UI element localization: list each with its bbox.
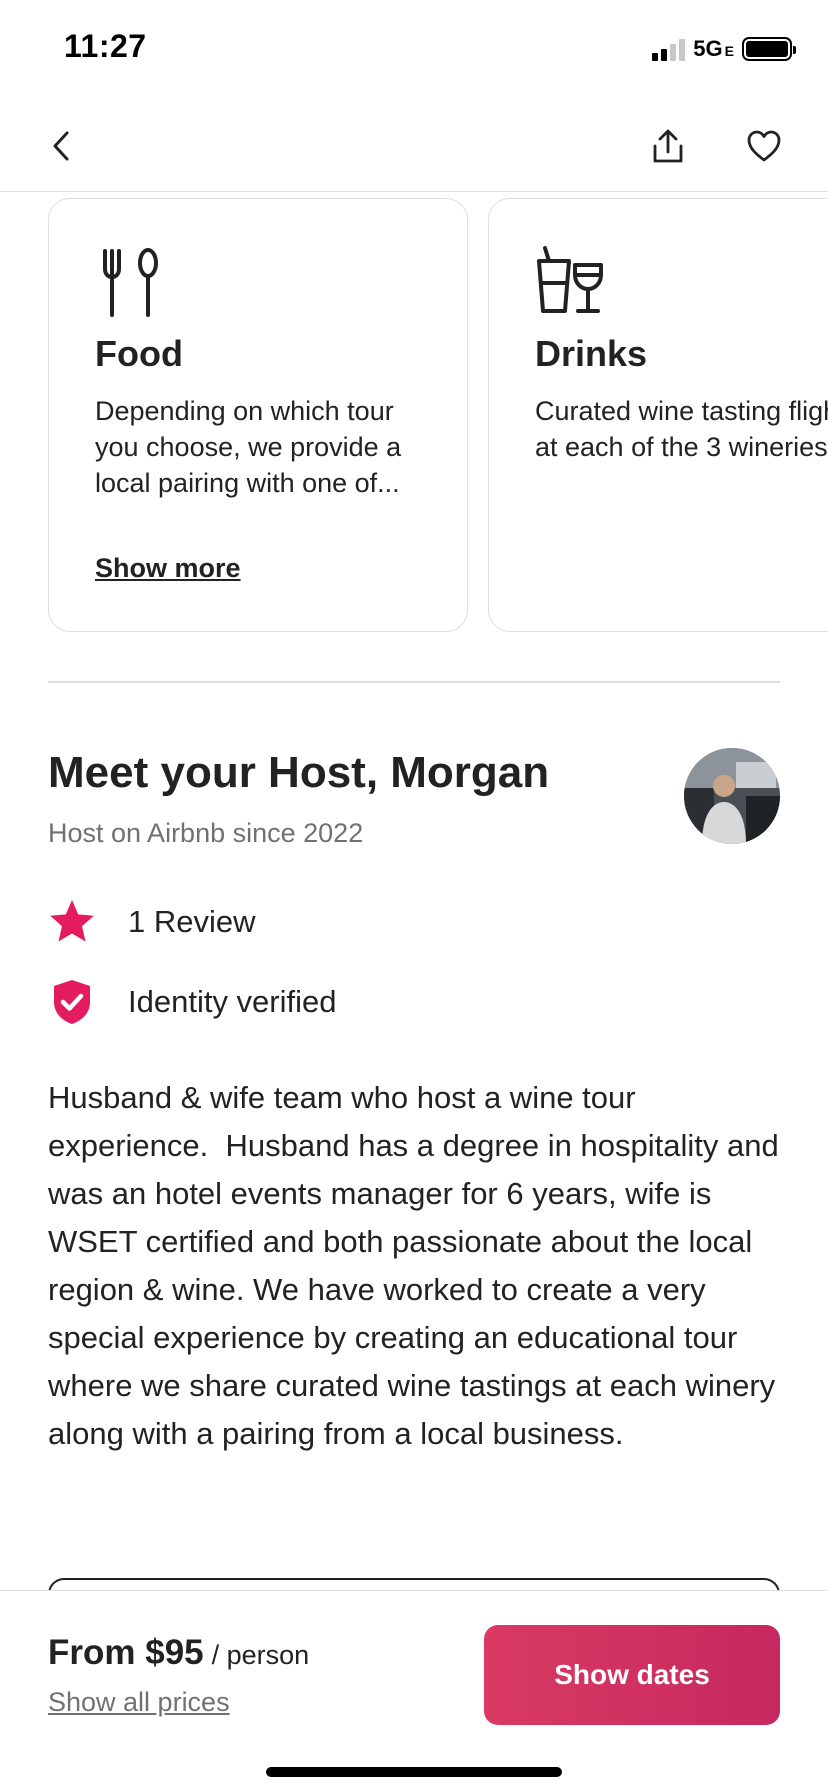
- show-dates-button[interactable]: Show dates: [484, 1625, 780, 1725]
- offering-description: Curated wine tasting flight at each of t…: [535, 396, 828, 462]
- show-more-link[interactable]: Show more: [95, 553, 241, 584]
- save-button[interactable]: [740, 122, 788, 170]
- offerings-carousel[interactable]: Food Depending on which tour you choose,…: [0, 198, 828, 634]
- back-button[interactable]: [38, 122, 86, 170]
- host-avatar[interactable]: [684, 748, 780, 844]
- home-indicator: [266, 1767, 562, 1777]
- offering-title: Food: [95, 333, 183, 374]
- host-identity-verified: Identity verified: [48, 978, 337, 1026]
- host-since: Host on Airbnb since 2022: [48, 818, 364, 848]
- share-icon: [653, 129, 683, 163]
- offering-card-food[interactable]: Food Depending on which tour you choose,…: [48, 198, 468, 632]
- top-nav-bar: [0, 100, 828, 192]
- price-unit: / person: [211, 1640, 310, 1670]
- heart-icon: [747, 130, 781, 162]
- battery-icon: [742, 37, 796, 61]
- star-icon: [48, 898, 96, 946]
- drinks-icon: [535, 245, 609, 319]
- verified-label: Identity verified: [128, 984, 337, 1019]
- show-all-prices-link[interactable]: Show all prices: [48, 1687, 230, 1718]
- share-button[interactable]: [644, 122, 692, 170]
- price: From $95: [48, 1633, 204, 1672]
- status-bar: 11:27 5G E: [0, 0, 828, 100]
- host-section-title: Meet your Host, Morgan: [48, 748, 550, 797]
- price-line: From $95 / person: [48, 1633, 309, 1673]
- reviews-label: 1 Review: [128, 904, 256, 939]
- host-bio: Husband & wife team who host a wine tour…: [48, 1080, 788, 1451]
- fork-spoon-icon: [95, 245, 169, 319]
- host-reviews[interactable]: 1 Review: [48, 898, 256, 946]
- shield-check-icon: [48, 978, 96, 1026]
- signal-icon: [652, 37, 686, 61]
- network-sub-label: E: [724, 43, 734, 59]
- status-time: 11:27: [64, 28, 147, 64]
- offering-card-drinks[interactable]: Drinks Curated wine tasting flight at ea…: [488, 198, 828, 632]
- status-indicators: 5G E: [652, 36, 796, 62]
- offering-description: Depending on which tour you choose, we p…: [95, 396, 402, 498]
- network-label: 5G: [693, 36, 723, 61]
- offering-title: Drinks: [535, 333, 648, 374]
- section-divider: [48, 681, 780, 683]
- booking-footer: From $95 / person Show all prices Show d…: [0, 1590, 828, 1792]
- chevron-left-icon: [53, 131, 69, 161]
